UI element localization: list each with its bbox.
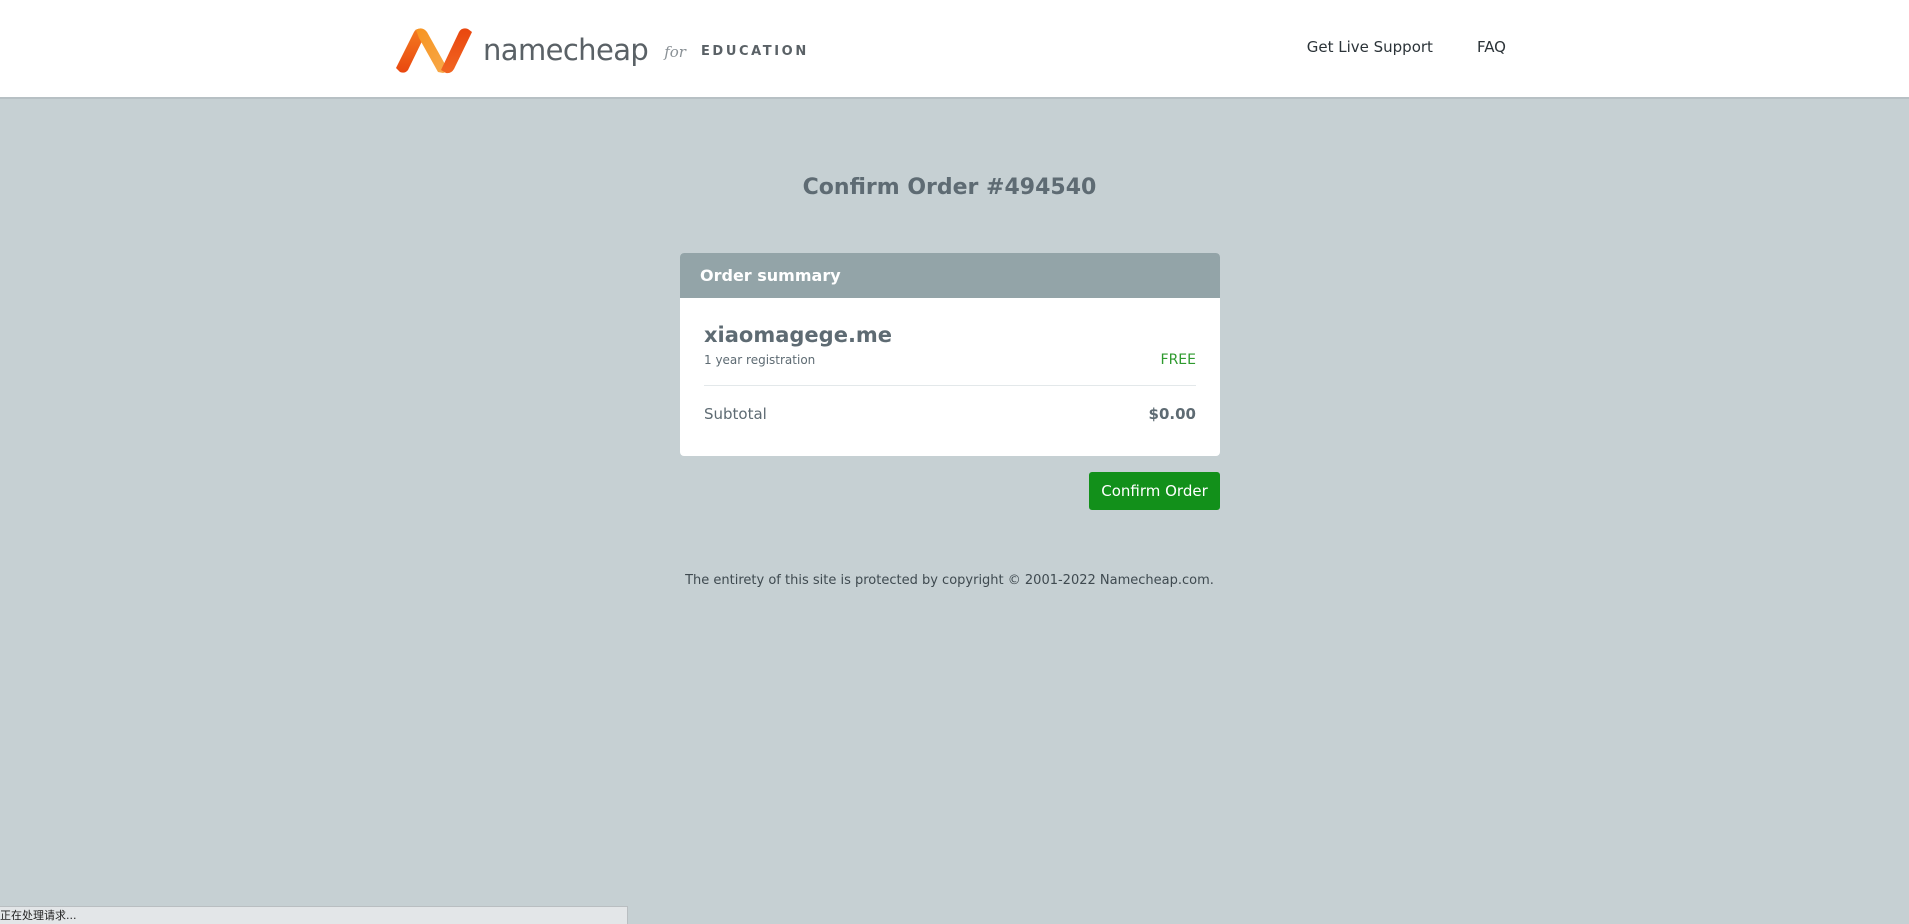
logo-brand-text: namecheap [483, 33, 649, 67]
site-header: namecheap for EDUCATION Get Live Support… [0, 0, 1909, 99]
page-title: Confirm Order #494540 [802, 175, 1097, 200]
subtotal-value: $0.00 [1148, 405, 1196, 423]
order-item-term: 1 year registration [704, 353, 816, 367]
confirm-order-button[interactable]: Confirm Order [1089, 472, 1220, 510]
top-nav: Get Live Support FAQ [1307, 38, 1506, 56]
namecheap-education-logo[interactable]: namecheap for EDUCATION [394, 26, 809, 74]
order-summary-heading: Order summary [680, 253, 1220, 298]
order-item-domain: xiaomagege.me [704, 323, 893, 347]
order-summary-card: Order summary xiaomagege.me 1 year regis… [680, 253, 1220, 456]
order-item-price: FREE [1160, 352, 1196, 368]
order-item-row: 1 year registration FREE [704, 352, 1196, 386]
footer-copyright: The entirety of this site is protected b… [685, 573, 1214, 588]
subtotal-row: Subtotal $0.00 [704, 386, 1196, 442]
subtotal-label: Subtotal [704, 405, 767, 423]
order-summary-body: xiaomagege.me 1 year registration FREE S… [680, 322, 1220, 442]
namecheap-logo-icon [396, 28, 472, 74]
logo-education-text: EDUCATION [700, 44, 809, 59]
logo-for-text: for [664, 43, 686, 61]
browser-status-bar: 正在处理请求... [0, 906, 628, 924]
get-live-support-link[interactable]: Get Live Support [1307, 38, 1433, 56]
faq-link[interactable]: FAQ [1477, 38, 1506, 56]
